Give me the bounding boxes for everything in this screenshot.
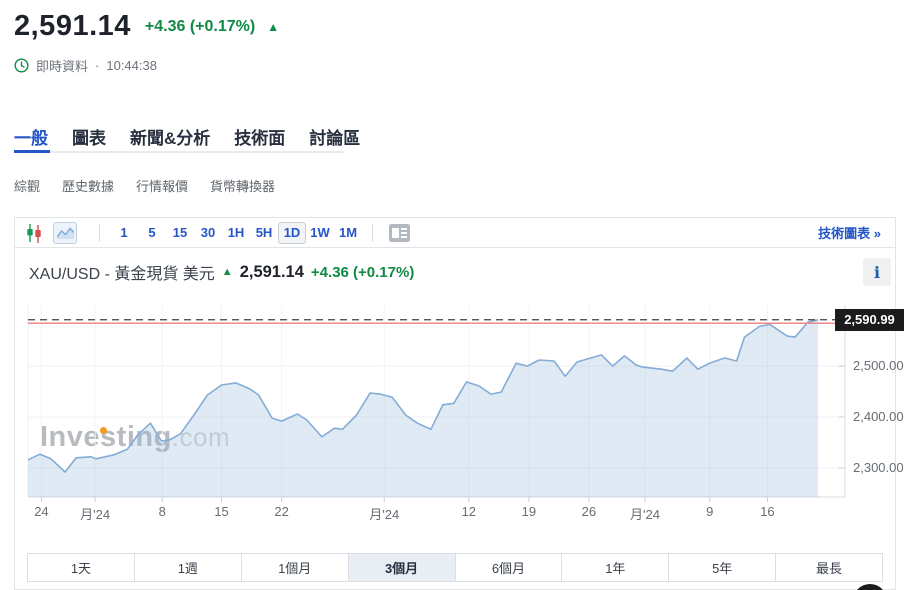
- x-axis-label: 月'24: [630, 504, 660, 523]
- info-button[interactable]: i: [863, 258, 891, 286]
- range-1month[interactable]: 1個月: [242, 554, 349, 581]
- x-axis-label: 月'24: [80, 504, 110, 523]
- x-axis-label: 22: [274, 504, 288, 519]
- range-5years[interactable]: 5年: [669, 554, 776, 581]
- tabs-underline: [14, 151, 344, 153]
- range-6months[interactable]: 6個月: [456, 554, 563, 581]
- clock-icon: [14, 58, 29, 73]
- candlestick-icon: [25, 223, 43, 243]
- chart-toolbar: 1 5 15 30 1H 5H 1D 1W 1M 技術圖表 »: [15, 218, 895, 248]
- last-price-tag: 2,590.99: [835, 309, 904, 331]
- sub-nav: 綜觀 歷史數據 行情報價 貨幣轉換器: [14, 176, 275, 195]
- interval-1min[interactable]: 1: [110, 222, 138, 244]
- toolbar-divider: [372, 224, 373, 242]
- tab-charts[interactable]: 圖表: [72, 124, 106, 159]
- candlestick-chart-button[interactable]: [25, 223, 43, 243]
- quote-header: 2,591.14 +4.36 (+0.17%) ▲ 即時資料 · 10:44:3…: [14, 10, 279, 75]
- chart-change: +4.36 (+0.17%): [311, 264, 414, 281]
- status-time: 10:44:38: [106, 58, 157, 73]
- technical-chart-link[interactable]: 技術圖表 »: [818, 223, 885, 242]
- tab-forum[interactable]: 討論區: [309, 124, 360, 159]
- tab-news-analysis[interactable]: 新聞&分析: [130, 124, 210, 159]
- tab-general[interactable]: 一般: [14, 124, 48, 159]
- interval-5min[interactable]: 5: [138, 222, 166, 244]
- interval-15min[interactable]: 15: [166, 222, 194, 244]
- price-change: +4.36 (+0.17%): [145, 18, 255, 36]
- main-tabs: 一般 圖表 新聞&分析 技術面 討論區: [14, 124, 360, 159]
- chart-layout-button[interactable]: [387, 222, 411, 243]
- realtime-status: 即時資料 · 10:44:38: [14, 56, 279, 75]
- area-chart-button[interactable]: [53, 222, 77, 244]
- interval-1h[interactable]: 1H: [222, 222, 250, 244]
- x-axis-label: 月'24: [369, 504, 399, 523]
- subnav-historical-data[interactable]: 歷史數據: [62, 176, 114, 195]
- range-1week[interactable]: 1週: [135, 554, 242, 581]
- last-price: 2,591.14: [14, 10, 131, 43]
- x-axis-label: 24: [34, 504, 48, 519]
- y-axis-label: 2,300.00: [853, 460, 904, 475]
- y-axis-label: 2,400.00: [853, 409, 904, 424]
- x-axis-label: 9: [706, 504, 713, 519]
- range-3months[interactable]: 3個月: [349, 554, 456, 581]
- chart-up-arrow-icon: ▲: [222, 266, 233, 278]
- subnav-currency-converter[interactable]: 貨幣轉換器: [210, 176, 275, 195]
- x-axis-label: 8: [159, 504, 166, 519]
- active-tab-indicator: [14, 150, 50, 153]
- tab-technical[interactable]: 技術面: [234, 124, 285, 159]
- subnav-overview[interactable]: 綜觀: [14, 176, 40, 195]
- x-axis-label: 12: [462, 504, 476, 519]
- status-separator: ·: [95, 58, 99, 73]
- chart-instrument-title: XAU/USD - 黃金現貨 美元: [29, 260, 215, 284]
- chart-title-row: XAU/USD - 黃金現貨 美元 ▲ 2,591.14 +4.36 (+0.1…: [29, 260, 414, 284]
- range-1day[interactable]: 1天: [28, 554, 135, 581]
- layout-news-icon: [389, 224, 410, 242]
- chart-price: 2,591.14: [240, 263, 304, 282]
- range-max[interactable]: 最長: [776, 554, 882, 581]
- range-1year[interactable]: 1年: [562, 554, 669, 581]
- area-chart-icon: [57, 226, 74, 239]
- interval-1m[interactable]: 1M: [334, 222, 362, 244]
- toolbar-divider: [99, 224, 100, 242]
- x-axis-label: 26: [582, 504, 596, 519]
- y-axis-label: 2,500.00: [853, 358, 904, 373]
- x-axis-label: 16: [760, 504, 774, 519]
- status-label: 即時資料: [36, 56, 88, 75]
- up-triangle-icon: ▲: [267, 20, 279, 34]
- x-axis-label: 19: [522, 504, 536, 519]
- interval-5h[interactable]: 5H: [250, 222, 278, 244]
- interval-30min[interactable]: 30: [194, 222, 222, 244]
- quote-page: 2,591.14 +4.36 (+0.17%) ▲ 即時資料 · 10:44:3…: [0, 0, 909, 590]
- x-axis-label: 15: [214, 504, 228, 519]
- chart-plot-area[interactable]: [28, 305, 845, 497]
- interval-1d[interactable]: 1D: [278, 222, 306, 244]
- subnav-quotes[interactable]: 行情報價: [136, 176, 188, 195]
- interval-1w[interactable]: 1W: [306, 222, 334, 244]
- range-selector: 1天 1週 1個月 3個月 6個月 1年 5年 最長: [27, 553, 883, 582]
